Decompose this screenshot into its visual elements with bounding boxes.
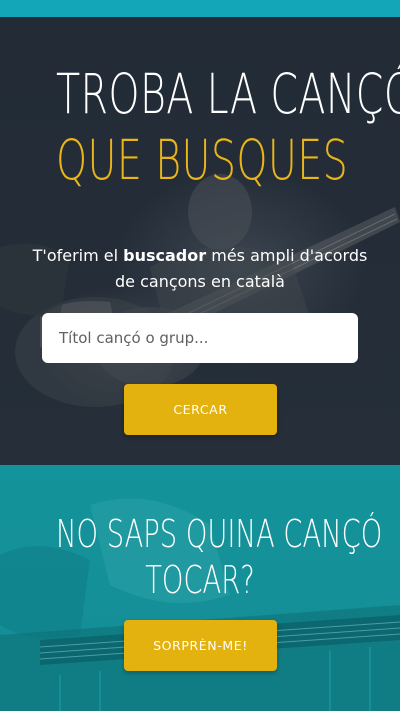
song-search-input[interactable] xyxy=(42,313,358,363)
hero-section: TROBA LA CANÇÓ QUE BUSQUES T'oferim el b… xyxy=(0,17,400,465)
hero-title-line2: QUE BUSQUES xyxy=(56,128,349,192)
hero-title-line1: TROBA LA CANÇÓ xyxy=(56,62,400,126)
surprise-title: NO SAPS QUINA CANÇÓ TOCAR? xyxy=(56,511,383,603)
hero-title: TROBA LA CANÇÓ QUE BUSQUES xyxy=(56,61,400,193)
surprise-title-line1: NO SAPS QUINA CANÇÓ xyxy=(56,512,383,556)
hero-subtitle-pre: T'oferim el xyxy=(32,246,124,265)
hero-subtitle-bold: buscador xyxy=(123,246,207,265)
hero-subtitle: T'oferim el buscador més ampli d'acords … xyxy=(30,243,370,295)
surprise-title-line2: TOCAR? xyxy=(145,558,255,602)
search-button[interactable]: CERCAR xyxy=(124,384,277,435)
surprise-section: NO SAPS QUINA CANÇÓ TOCAR? SORPRÈN-ME! xyxy=(0,465,400,711)
top-accent-bar xyxy=(0,0,400,17)
surprise-me-button[interactable]: SORPRÈN-ME! xyxy=(124,620,277,671)
